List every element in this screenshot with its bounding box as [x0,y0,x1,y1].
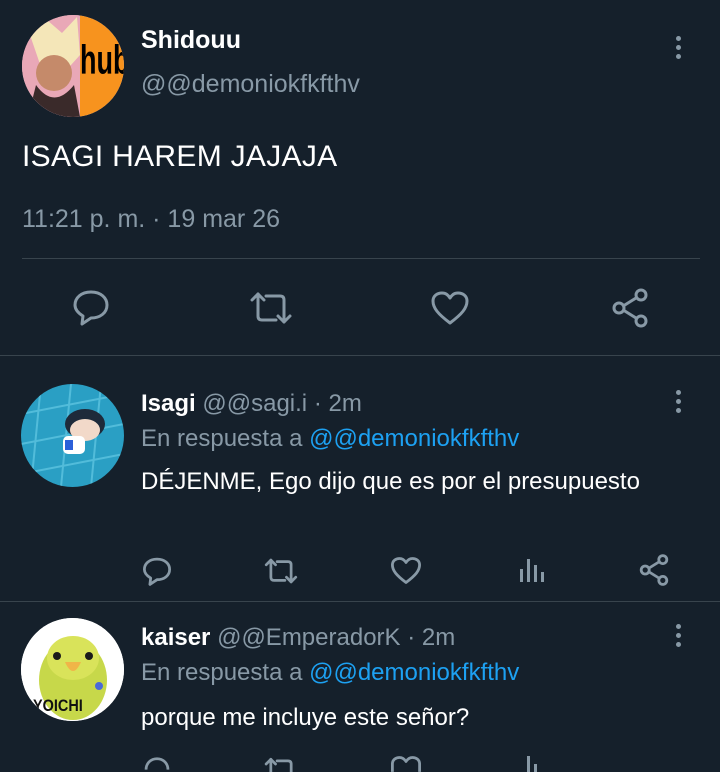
more-options-kebab-icon[interactable] [672,624,684,654]
speech-bubble-icon[interactable] [142,754,172,772]
reply-time: · 2m [407,624,456,651]
avatar-logo-text: hub [80,37,124,83]
tweet-text: ISAGI HAREM JAJAJA [22,140,338,173]
retweet-icon[interactable] [263,756,299,772]
reply-text: porque me incluye este señor? [141,704,470,731]
user-handle[interactable]: @@demoniokfkfthv [141,70,360,99]
heart-icon[interactable] [390,556,422,585]
tweet-timestamp: 11:21 p. m. · 19 mar 26 [22,205,280,233]
reply-prefix: En respuesta a [141,425,303,452]
share-icon[interactable] [638,554,670,586]
reply-time: · 2m [313,390,362,417]
reply-context: En respuesta a @@demoniokfkfthv [141,659,519,687]
reply-context: En respuesta a @@demoniokfkfthv [141,425,519,453]
avatar[interactable] [21,384,124,487]
divider [0,355,720,356]
heart-icon[interactable] [390,755,422,772]
display-name[interactable]: kaiser [141,624,210,651]
retweet-icon[interactable] [263,557,299,585]
user-handle[interactable]: @@sagi.i [202,390,307,417]
avatar[interactable]: hub [22,15,124,117]
speech-bubble-icon[interactable] [72,288,110,326]
display-name[interactable]: Isagi [141,390,196,417]
bar-chart-icon[interactable] [518,555,546,583]
reply-text: DÉJENME, Ego dijo que es por el presupue… [141,468,640,495]
reply-to-link[interactable]: @@demoniokfkfthv [309,425,519,452]
display-name[interactable]: Shidouu [141,26,241,55]
heart-icon[interactable] [430,290,470,326]
share-icon[interactable] [610,288,650,328]
retweet-icon[interactable] [248,290,294,326]
divider [0,601,720,602]
divider [22,258,700,259]
more-options-kebab-icon[interactable] [672,390,684,420]
speech-bubble-icon[interactable] [142,556,172,586]
bar-chart-icon[interactable] [518,754,546,772]
avatar-caption-text: YOICHI [33,696,83,715]
avatar[interactable]: YOICHI [21,618,124,721]
reply-to-link[interactable]: @@demoniokfkfthv [309,659,519,686]
more-options-kebab-icon[interactable] [672,36,684,66]
reply-prefix: En respuesta a [141,659,303,686]
user-handle[interactable]: @@EmperadorK [217,624,400,651]
